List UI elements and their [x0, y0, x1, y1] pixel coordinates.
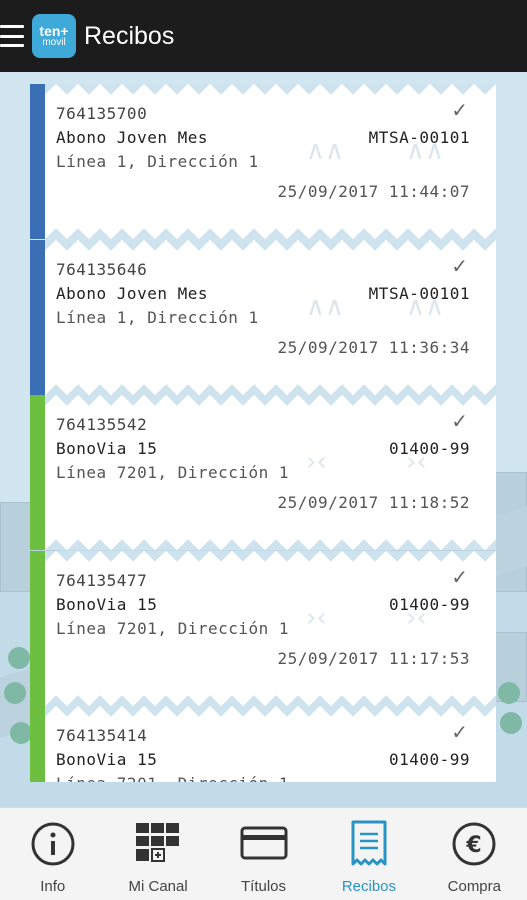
receipt-datetime: 25/09/2017 11:18:52 — [277, 493, 470, 512]
receipt-route: Línea 7201, Dirección 1 — [56, 774, 289, 782]
receipt-ticket-name: BonoVia 15 — [56, 439, 158, 458]
receipt-card[interactable]: 764135414 ✓ BonoVia 15 01400-99 Línea 72… — [30, 706, 496, 782]
nav-info-label: Info — [40, 878, 66, 895]
check-icon: ✓ — [451, 254, 468, 278]
receipt-card[interactable]: ›‹ ›‹ 764135477 ✓ BonoVia 15 01400-99 Lí… — [30, 551, 496, 706]
app-bar: ten+ movil Recibos — [0, 0, 527, 72]
receipt-ticket-name: BonoVia 15 — [56, 750, 158, 769]
receipt-number: 764135700 — [56, 104, 148, 123]
receipt-number: 764135477 — [56, 571, 148, 590]
bottom-nav: Info Mi Canal Títulos Recibos € Compra — [0, 807, 527, 900]
receipt-route: Línea 1, Dirección 1 — [56, 152, 259, 171]
receipt-ticket-name: Abono Joven Mes — [56, 284, 208, 303]
receipt-code: MTSA-00101 — [368, 128, 470, 147]
receipt-code: 01400-99 — [388, 750, 470, 769]
receipt-code: 01400-99 — [388, 439, 470, 458]
receipt-card[interactable]: ∧∧ ∧∧ 764135700 ✓ Abono Joven Mes MTSA-0… — [30, 84, 496, 239]
info-icon — [29, 820, 77, 868]
receipt-number: 764135646 — [56, 260, 148, 279]
receipt-list[interactable]: ∧∧ ∧∧ 764135700 ✓ Abono Joven Mes MTSA-0… — [30, 84, 496, 782]
page-title: Recibos — [84, 21, 175, 50]
receipt-stripe — [30, 395, 45, 550]
nav-titulos[interactable]: Títulos — [211, 808, 316, 900]
receipt-code: 01400-99 — [388, 595, 470, 614]
receipt-number: 764135542 — [56, 415, 148, 434]
receipt-card[interactable]: ∧∧ ∧∧ 764135646 ✓ Abono Joven Mes MTSA-0… — [30, 240, 496, 395]
receipt-stripe — [30, 240, 45, 395]
receipt-icon — [345, 820, 393, 868]
check-icon: ✓ — [451, 409, 468, 433]
grid-icon — [134, 820, 182, 868]
svg-text:€: € — [466, 833, 482, 858]
card-icon — [240, 820, 288, 868]
receipt-stripe — [30, 84, 45, 239]
nav-compra[interactable]: € Compra — [422, 808, 527, 900]
receipt-datetime: 25/09/2017 11:17:53 — [277, 649, 470, 668]
receipt-number: 764135414 — [56, 726, 148, 745]
nav-recibos[interactable]: Recibos — [316, 808, 421, 900]
logo-text-top: ten+ — [39, 23, 69, 39]
receipt-stripe — [30, 551, 45, 706]
nav-compra-label: Compra — [447, 878, 501, 895]
receipt-route: Línea 7201, Dirección 1 — [56, 619, 290, 638]
receipt-card[interactable]: ›‹ ›‹ 764135542 ✓ BonoVia 15 01400-99 Lí… — [30, 395, 496, 550]
logo-text-bottom: movil — [42, 37, 66, 48]
receipt-stripe — [30, 706, 45, 782]
receipt-route: Línea 7201, Dirección 1 — [56, 463, 290, 482]
receipt-code: MTSA-00101 — [368, 284, 470, 303]
nav-mi-canal-label: Mi Canal — [128, 878, 188, 895]
check-icon: ✓ — [451, 98, 468, 122]
nav-mi-canal[interactable]: Mi Canal — [105, 808, 210, 900]
nav-info[interactable]: Info — [0, 808, 105, 900]
receipt-ticket-name: Abono Joven Mes — [56, 128, 208, 147]
check-icon: ✓ — [451, 565, 468, 589]
receipt-route: Línea 1, Dirección 1 — [56, 308, 259, 327]
app-logo: ten+ movil — [32, 14, 76, 58]
nav-recibos-label: Recibos — [341, 878, 397, 895]
euro-icon: € — [450, 820, 498, 868]
receipt-datetime: 25/09/2017 11:44:07 — [277, 182, 470, 201]
receipt-datetime: 25/09/2017 11:36:34 — [277, 338, 470, 357]
check-icon: ✓ — [451, 720, 468, 744]
receipt-ticket-name: BonoVia 15 — [56, 595, 158, 614]
nav-titulos-label: Títulos — [241, 878, 287, 895]
menu-icon[interactable] — [0, 25, 26, 47]
